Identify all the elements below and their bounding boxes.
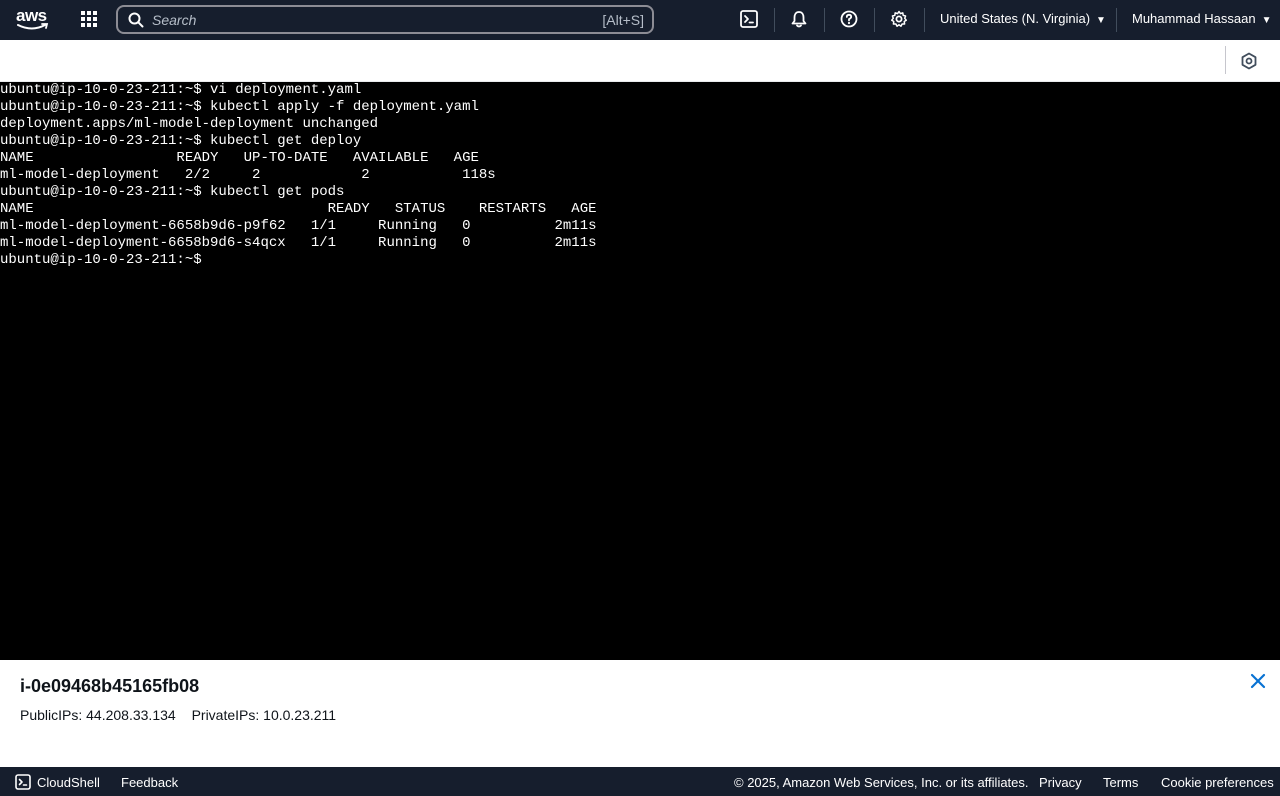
aws-logo-text: aws	[16, 6, 47, 25]
footer-feedback-link[interactable]: Feedback	[121, 775, 178, 790]
terminal-line: ubuntu@ip-10-0-23-211:~$ kubectl get pod…	[0, 184, 345, 200]
terminal-preferences-button[interactable]	[1240, 52, 1258, 70]
toolbar-separator	[1225, 46, 1226, 74]
search-input[interactable]	[152, 10, 572, 29]
footer-terms-link[interactable]: Terms	[1103, 775, 1138, 790]
terminal-line: ml-model-deployment-6658b9d6-s4qcx 1/1 R…	[0, 235, 597, 251]
aws-logo[interactable]: aws	[16, 6, 50, 32]
terminal-prompt: ubuntu@ip-10-0-23-211:~$	[0, 252, 202, 268]
help-button[interactable]	[840, 10, 860, 30]
search-icon	[128, 12, 144, 28]
terminal-line: deployment.apps/ml-model-deployment unch…	[0, 116, 379, 132]
aws-smile-icon	[17, 23, 49, 30]
grid-icon	[81, 11, 97, 27]
bell-icon	[791, 11, 807, 28]
search-bar[interactable]: [Alt+S]	[116, 5, 654, 34]
search-shortcut-hint: [Alt+S]	[602, 12, 644, 28]
notifications-button[interactable]	[790, 10, 810, 30]
cloudshell-icon	[740, 10, 758, 28]
help-icon	[840, 10, 858, 28]
footer-privacy-link[interactable]: Privacy	[1039, 775, 1082, 790]
public-ips-label: PublicIPs:	[20, 707, 83, 723]
cloudshell-icon	[15, 774, 31, 790]
instance-ips: PublicIPs: 44.208.33.134 PrivateIPs: 10.…	[20, 707, 336, 723]
terminal-window[interactable]: ubuntu@ip-10-0-23-211:~$ vi deployment.y…	[0, 82, 1280, 660]
private-ips-value: 10.0.23.211	[263, 707, 337, 723]
account-name: Muhammad Hassaan	[1132, 11, 1256, 26]
region-selector[interactable]: United States (N. Virginia) ▼	[940, 11, 1106, 26]
instance-info-panel: i-0e09468b45165fb08 PublicIPs: 44.208.33…	[0, 660, 1280, 767]
terminal-line: ml-model-deployment-6658b9d6-p9f62 1/1 R…	[0, 218, 597, 234]
top-navigation: aws [Alt+S]	[0, 0, 1280, 40]
footer-cloudshell-link[interactable]: CloudShell	[37, 775, 100, 790]
settings-button[interactable]	[890, 10, 910, 30]
terminal-line: ubuntu@ip-10-0-23-211:~$ kubectl apply -…	[0, 99, 479, 115]
terminal-line: NAME READY STATUS RESTARTS AGE	[0, 201, 597, 217]
nav-separator	[874, 8, 875, 32]
terminal-line: ml-model-deployment 2/2 2 2 118s	[0, 167, 496, 183]
nav-separator	[1116, 8, 1117, 32]
public-ips-value: 44.208.33.134	[86, 707, 176, 723]
services-menu-button[interactable]	[80, 10, 100, 30]
account-menu[interactable]: Muhammad Hassaan ▼	[1132, 11, 1271, 26]
cloudshell-button[interactable]	[740, 10, 760, 30]
nav-separator	[774, 8, 775, 32]
instance-id: i-0e09468b45165fb08	[20, 676, 200, 696]
gear-icon	[890, 10, 908, 27]
terminal-line: ubuntu@ip-10-0-23-211:~$ vi deployment.y…	[0, 82, 362, 98]
nav-separator	[924, 8, 925, 32]
caret-down-icon: ▼	[1261, 15, 1272, 26]
footer-copyright: © 2025, Amazon Web Services, Inc. or its…	[734, 775, 1029, 790]
caret-down-icon: ▼	[1096, 15, 1106, 26]
close-panel-button[interactable]	[1249, 672, 1267, 690]
region-label: United States (N. Virginia)	[940, 11, 1091, 26]
close-icon	[1250, 673, 1266, 689]
hex-settings-icon	[1241, 52, 1257, 70]
footer: CloudShell Feedback © 2025, Amazon Web S…	[0, 767, 1280, 796]
footer-cookie-preferences-link[interactable]: Cookie preferences	[1161, 775, 1274, 790]
nav-separator	[824, 8, 825, 32]
session-toolbar	[0, 40, 1280, 82]
terminal-line: NAME READY UP-TO-DATE AVAILABLE AGE	[0, 150, 479, 166]
terminal-line: ubuntu@ip-10-0-23-211:~$ kubectl get dep…	[0, 133, 362, 149]
private-ips-label: PrivateIPs:	[191, 707, 260, 723]
